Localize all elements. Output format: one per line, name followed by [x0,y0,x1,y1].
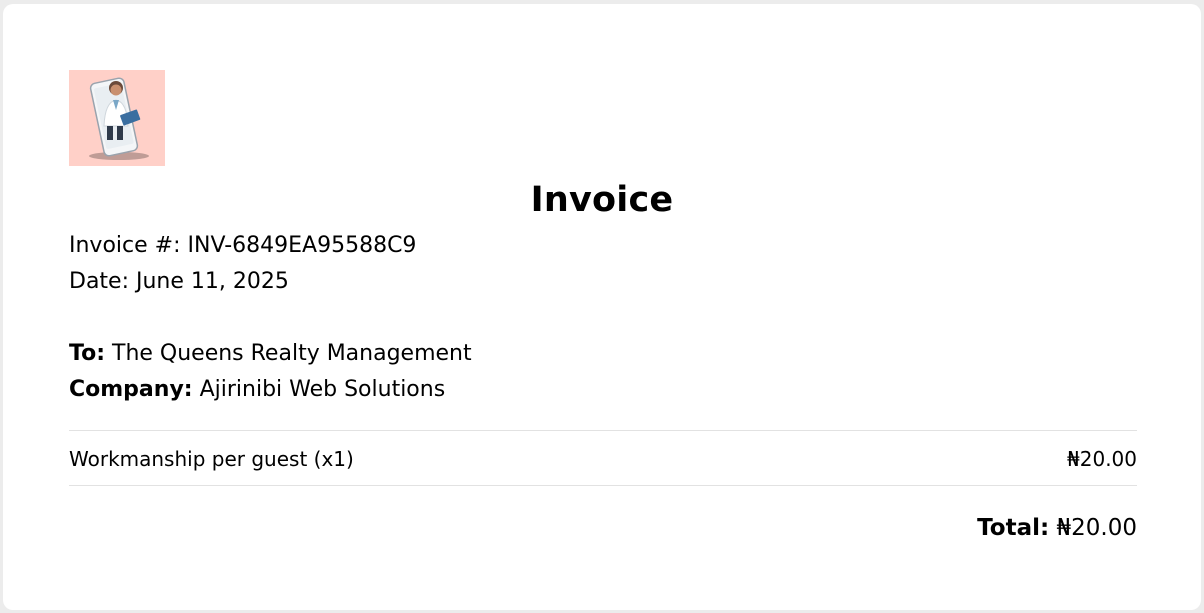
billing-company: Ajirinibi Web Solutions [199,377,446,402]
invoice-card: Invoice Invoice #: INV-6849EA95588C9 Dat… [3,4,1201,610]
doctor-phone-icon [89,77,149,160]
billing-company-label: Company: [69,377,193,402]
invoice-number-label: Invoice #: [69,233,181,258]
total-amount: ₦20.00 [1056,515,1137,541]
billing-to-label: To: [69,341,105,366]
invoice-date-label: Date: [69,269,129,294]
line-item-row: Workmanship per guest (x1) ₦20.00 [69,447,1137,471]
billing-company-line: Company: Ajirinibi Web Solutions [69,377,445,402]
line-item-amount: ₦20.00 [1067,447,1137,471]
billing-to: The Queens Realty Management [112,341,472,366]
invoice-title: Invoice [530,180,674,220]
invoice-number: INV-6849EA95588C9 [187,233,417,258]
invoice-date: June 11, 2025 [136,269,289,294]
items-top-divider [69,430,1137,431]
logo-image [69,70,165,166]
total-line: Total: ₦20.00 [977,515,1137,541]
items-bottom-divider [69,485,1137,486]
invoice-date-line: Date: June 11, 2025 [69,269,289,294]
total-label: Total: [977,515,1050,541]
invoice-number-line: Invoice #: INV-6849EA95588C9 [69,233,416,258]
billing-to-line: To: The Queens Realty Management [69,341,472,366]
line-item-description: Workmanship per guest (x1) [69,447,354,471]
